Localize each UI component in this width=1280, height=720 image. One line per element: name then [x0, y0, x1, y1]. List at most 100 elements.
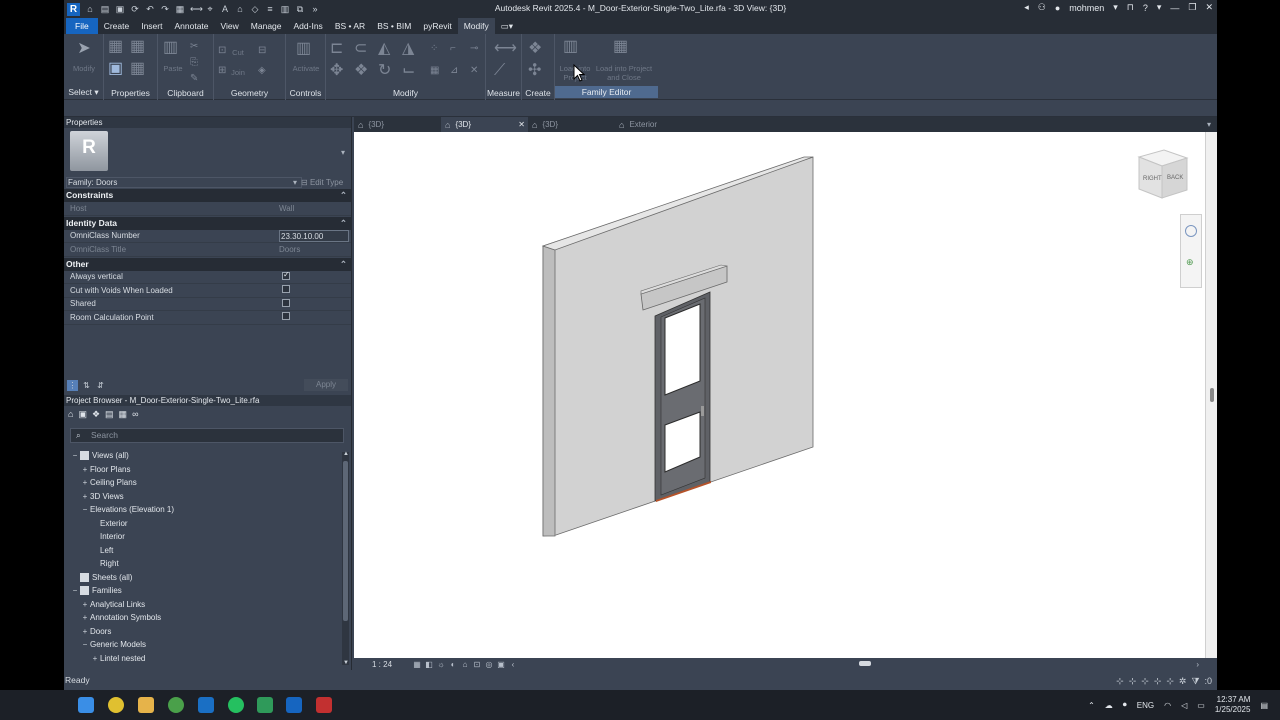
select-pinned-icon[interactable]: ⊹	[1141, 674, 1149, 688]
wall-joins-icon[interactable]: ⊟	[258, 42, 266, 60]
cut-geometry-button[interactable]: Cut	[230, 48, 246, 57]
collapse-icon[interactable]: −	[80, 640, 90, 649]
browser-tree-item[interactable]: Interior	[64, 530, 342, 544]
property-checkbox[interactable]	[282, 285, 290, 294]
mirror-axis-icon[interactable]: ◭	[378, 40, 390, 58]
sort-az-icon[interactable]: ⇅	[81, 380, 92, 391]
browser-tree-item[interactable]: + Analytical Links	[64, 598, 342, 612]
filter-icon[interactable]: ⧩	[1191, 674, 1199, 688]
browser-tree-item[interactable]: Sheets (all)	[64, 571, 342, 585]
browser-scrollbar-thumb[interactable]	[343, 461, 348, 621]
edit-type-button[interactable]: ⊟ Edit Type	[301, 178, 343, 187]
text-icon[interactable]: A	[220, 4, 230, 14]
viewport-vscroll-thumb[interactable]	[1210, 388, 1214, 402]
viewport-hscroll-thumb[interactable]	[859, 661, 871, 666]
panel-label-select[interactable]: Select ▾	[64, 87, 103, 98]
expand-icon[interactable]: +	[80, 478, 90, 487]
collapse-icon[interactable]: −	[70, 586, 80, 595]
collab-icon[interactable]: ⚇	[1038, 2, 1046, 13]
browser-tree-item[interactable]: − Elevations (Elevation 1)	[64, 503, 342, 517]
type-selector[interactable]: R ▾ Family: Doors ▾ ⊟ Edit Type	[64, 128, 351, 188]
tab-annotate[interactable]: Annotate	[168, 18, 214, 34]
select-links-icon[interactable]: ⊹	[1116, 674, 1124, 688]
family-types-icon[interactable]: ▦	[108, 38, 123, 56]
close-icon[interactable]: ✕	[1205, 2, 1213, 13]
match-icon[interactable]: ✎	[190, 70, 198, 88]
tab-file[interactable]: File	[66, 18, 98, 34]
browser-tree-item[interactable]: Exterior	[64, 517, 342, 531]
array-icon[interactable]: ▦	[430, 62, 439, 80]
trim-extend-icon[interactable]: ⌙	[402, 62, 415, 80]
scroll-down-icon[interactable]: ▼	[343, 660, 349, 666]
tab-view[interactable]: View	[215, 18, 245, 34]
browser-groups-icon[interactable]: ▦	[119, 409, 128, 420]
tab-pyrevit[interactable]: pyRevit	[417, 18, 457, 34]
expand-icon[interactable]: +	[80, 465, 90, 474]
browser-home-icon[interactable]: ⌂	[68, 409, 73, 419]
property-value-cell[interactable]: 23.30.10.00	[276, 229, 351, 242]
battery-icon[interactable]: ▭	[1197, 701, 1205, 710]
join-button[interactable]: Join	[230, 68, 246, 77]
property-value-cell[interactable]	[276, 270, 351, 282]
rotate-icon[interactable]: ↻	[378, 62, 391, 80]
property-row[interactable]: OmniClass Number 23.30.10.00	[64, 229, 351, 243]
expand-icon[interactable]: +	[80, 492, 90, 501]
home-icon[interactable]: ⌂	[85, 4, 95, 14]
dimension-icon[interactable]: ⟋	[494, 62, 505, 80]
mirror-draw-icon[interactable]: ◮	[402, 40, 414, 58]
browser-tree-item[interactable]: +3D Views	[64, 490, 342, 504]
thin-lines-icon[interactable]: ≡	[265, 4, 275, 14]
browser-search-input[interactable]: ⌕ Search	[70, 428, 344, 443]
hscroll-right-icon[interactable]: ›	[1196, 660, 1199, 669]
browser-links-icon[interactable]: ∞	[132, 409, 138, 419]
create-group-icon[interactable]: ❖	[528, 40, 542, 58]
help-icon[interactable]: ?	[1143, 3, 1148, 13]
property-checkbox[interactable]	[282, 312, 290, 321]
print-icon[interactable]: ▦	[175, 4, 185, 14]
measure-icon[interactable]: ⟷	[190, 4, 203, 14]
outlook-icon[interactable]	[198, 697, 214, 713]
section-collapse-icon[interactable]: ⌃	[340, 258, 347, 271]
3d-viewport[interactable]: RIGHT BACK	[354, 132, 1205, 658]
view-tab[interactable]: ⌂ {3D}	[354, 117, 441, 132]
property-row[interactable]: Always vertical	[64, 270, 351, 284]
property-section[interactable]: Constraints ⌃	[64, 189, 351, 202]
view-tab[interactable]: ⌂ {3D} ✕	[441, 117, 528, 132]
type-dropdown-icon[interactable]: ▾	[341, 148, 345, 157]
scroll-up-icon[interactable]: ▲	[343, 451, 349, 457]
type-properties-icon[interactable]: ▦	[130, 60, 145, 78]
collapse-icon[interactable]: −	[70, 451, 80, 460]
sync-icon[interactable]: ⟳	[130, 4, 140, 14]
drag-elements-icon[interactable]: ⊹	[1166, 674, 1174, 688]
property-checkbox[interactable]	[282, 270, 290, 280]
undo-icon[interactable]: ↶	[145, 4, 155, 14]
modify-button[interactable]: Modify	[64, 64, 104, 73]
lock-3d-icon[interactable]: ⌂	[460, 660, 470, 669]
family-category-icon[interactable]: ▦	[130, 38, 145, 56]
align-icon[interactable]: ⊏	[330, 40, 343, 58]
tab-add-ins[interactable]: Add-Ins	[288, 18, 329, 34]
property-row[interactable]: Room Calculation Point	[64, 311, 351, 325]
browser-tree-item[interactable]: + Floor Plans	[64, 463, 342, 477]
wifi-icon[interactable]: ◠	[1164, 701, 1171, 710]
property-section[interactable]: Identity Data ⌃	[64, 216, 351, 230]
start-icon[interactable]	[78, 697, 94, 713]
pin-icon[interactable]: ⊸	[470, 40, 478, 58]
signin-arrow-icon[interactable]: ◂	[1024, 2, 1029, 13]
shadows-icon[interactable]: ◐	[448, 660, 458, 669]
property-checkbox[interactable]	[282, 298, 290, 307]
tab-manage[interactable]: Manage	[245, 18, 288, 34]
create-similar-icon[interactable]: ✣	[528, 62, 541, 80]
view-tab[interactable]: ⌂ {3D}	[528, 117, 615, 132]
browser-tree-item[interactable]: + Ceiling Plans	[64, 476, 342, 490]
clock[interactable]: 12:37 AM 1/25/2025	[1215, 695, 1251, 715]
chrome-profile-icon[interactable]	[168, 697, 184, 713]
browser-tree-item[interactable]: − Generic Models	[64, 638, 342, 652]
save-icon[interactable]: ▣	[115, 4, 125, 14]
close-hidden-icon[interactable]: ▥	[280, 4, 290, 14]
file-explorer-icon[interactable]	[138, 697, 154, 713]
close-tab-icon[interactable]: ✕	[518, 120, 525, 129]
tab-bs-bim[interactable]: BS • BIM	[371, 18, 417, 34]
section-collapse-icon[interactable]: ⌃	[340, 189, 347, 202]
select-by-face-icon[interactable]: ⊹	[1154, 674, 1162, 688]
